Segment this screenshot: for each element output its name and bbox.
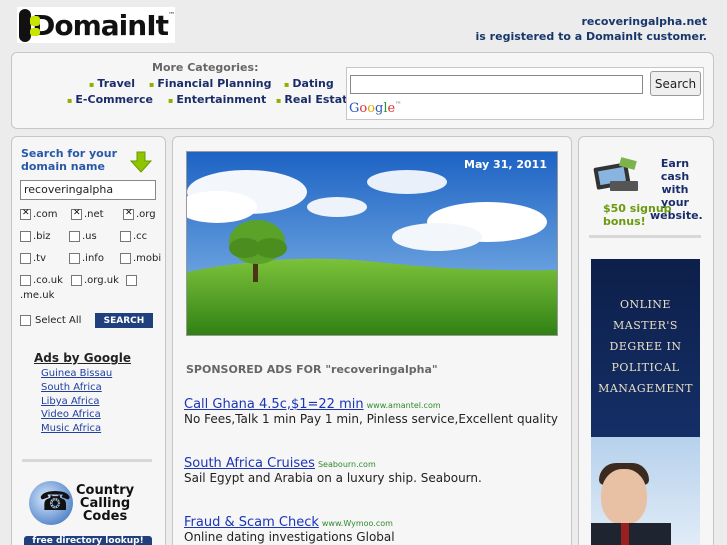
ad-url[interactable]: www.amantel.com [367,401,441,410]
category-dating[interactable]: ▪ Dating [284,77,334,90]
checkbox-icon [20,275,31,286]
tld-checkbox-mobi[interactable]: .mobi [120,253,161,264]
checkbox-checked-icon [123,208,134,220]
checkbox-icon [120,231,131,242]
checkbox-checked-icon [20,208,31,220]
ad-link-libya-africa[interactable]: Libya Africa [41,396,99,407]
tld-checkbox-net[interactable]: .net [71,208,104,220]
category-real-estate[interactable]: ▪ Real Estate [276,93,355,106]
domainit-logo[interactable]: DomainIt ™ [17,7,175,43]
landscape-photo: May 31, 2011 [186,151,558,336]
cash-register-icon[interactable] [592,157,642,197]
tld-checkbox-cc[interactable]: .cc [120,231,147,242]
more-categories-title: More Categories: [152,61,259,74]
ad-description: Online dating investigations Global [184,530,395,544]
checkbox-icon [69,231,80,242]
bullet-icon: ▪ [89,80,95,89]
tld-checkbox-tv[interactable]: .tv [20,253,46,264]
ad-url[interactable]: Seabourn.com [318,460,376,469]
ad-link-video-africa[interactable]: Video Africa [41,409,101,420]
ad-title-link[interactable]: South Africa Cruises [184,456,315,471]
ad-description: Sail Egypt and Arabia on a luxury ship. … [184,471,482,485]
checkbox-icon [71,275,82,286]
tld-checkbox-biz[interactable]: .biz [20,231,51,242]
ad-description: No Fees,Talk 1 min Pay 1 min, Pinless se… [184,412,558,426]
country-calling-codes-link[interactable]: Country Calling Codes [76,484,134,523]
checkbox-icon [69,253,80,264]
date-label: May 31, 2011 [464,158,547,171]
sponsored-ad: South Africa Cruises Seabourn.com Sail Eg… [184,456,564,486]
google-search-input[interactable] [350,75,643,94]
checkbox-icon [126,275,137,286]
sponsored-ads-title: SPONSORED ADS FOR "recoveringalpha" [186,363,438,376]
signup-bonus-text[interactable]: $50 signup bonus! [603,202,713,228]
logo-word: DomainIt [32,8,169,42]
tld-checkbox-me-uk[interactable] [126,275,139,286]
google-logo: Google™ [349,101,402,116]
google-search-button[interactable]: Search [650,71,701,96]
ad-link-south-africa[interactable]: South Africa [41,382,102,393]
registration-text: is registered to a DomainIt customer. [475,30,707,43]
tld-checkbox-us[interactable]: .us [69,231,97,242]
tld-checkbox-org-uk[interactable]: .org.uk [71,275,119,286]
divider [22,459,152,462]
google-search-box: Search Google™ [346,67,704,120]
tld-checkbox-org[interactable]: .org [123,208,156,220]
bullet-icon: ▪ [276,96,282,105]
registration-notice: recoveringalpha.net is registered to a D… [476,14,707,44]
checkbox-icon [20,231,31,242]
ad-link-music-africa[interactable]: Music Africa [41,423,101,434]
category-entertainment[interactable]: ▪ Entertainment [168,93,266,106]
checkbox-icon [20,315,31,326]
domain-name-input[interactable]: recoveringalpha [20,180,156,200]
right-sidebar: Earn cash with your website. $50 signup … [578,136,714,545]
tld-checkbox-com[interactable]: .com [20,208,58,220]
category-travel[interactable]: ▪ Travel [89,77,135,90]
down-arrow-icon [130,151,152,173]
left-sidebar: Search for your domain name recoveringal… [11,136,166,545]
bullet-icon: ▪ [168,96,174,105]
logo-mark-icon [19,8,41,42]
checkbox-icon [20,253,31,264]
select-all-checkbox[interactable]: Select All [20,315,81,326]
checkbox-checked-icon [71,208,82,220]
domain-search-button[interactable]: SEARCH [95,313,153,328]
free-directory-lookup-banner[interactable]: free directory lookup! [24,536,152,545]
divider [589,235,701,238]
logo-trademark: ™ [168,11,175,19]
domain-search-title: Search for your domain name [21,147,117,173]
ad-link-guinea-bissau[interactable]: Guinea Bissau [41,368,112,379]
sponsored-ad: Call Ghana 4.5c,$1=22 min www.amantel.com… [184,397,564,427]
banner-portrait-image [591,437,700,545]
tld-checkbox-co-uk[interactable]: .co.uk [20,275,63,286]
sponsored-ad: Fraud & Scam Check www.Wymoo.com Online d… [184,515,564,545]
tld-label-me-uk: .me.uk [20,290,55,301]
categories-panel: More Categories: ▪ Travel ▪ Financial Plan… [11,52,714,129]
main-content: May 31, 2011 SPONSORED ADS FOR "recoveri… [172,136,572,545]
bullet-icon: ▪ [149,80,155,89]
landscape-image [187,152,557,335]
category-financial-planning[interactable]: ▪ Financial Planning [149,77,272,90]
tld-checkbox-info[interactable]: .info [69,253,104,264]
political-management-ad-banner[interactable]: ONLINE MASTER'S DEGREE IN POLITICAL MANA… [591,259,700,545]
ad-title-link[interactable]: Fraud & Scam Check [184,515,319,530]
registered-domain: recoveringalpha.net [581,15,707,28]
category-e-commerce[interactable]: ▪ E-Commerce [67,93,153,106]
bullet-icon: ▪ [284,80,290,89]
ad-url[interactable]: www.Wymoo.com [322,519,393,528]
bullet-icon: ▪ [67,96,73,105]
banner-headline: ONLINE MASTER'S DEGREE IN POLITICAL MANA… [598,298,693,395]
checkbox-icon [120,253,131,264]
ads-by-google-title[interactable]: Ads by Google [34,351,131,365]
ad-title-link[interactable]: Call Ghana 4.5c,$1=22 min [184,397,364,412]
telephone-globe-icon[interactable] [29,481,73,525]
